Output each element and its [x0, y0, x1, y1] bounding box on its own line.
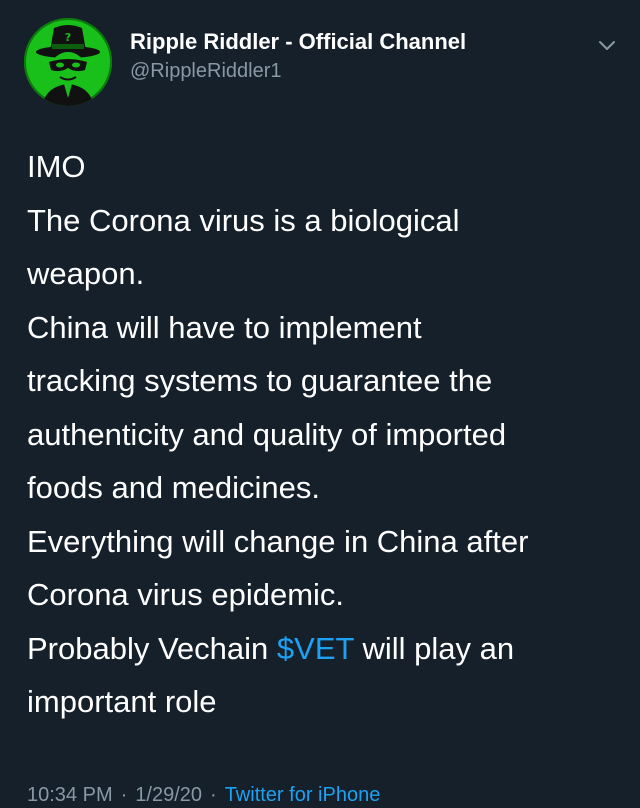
tweet-line: important role — [27, 684, 217, 719]
tweet-text-fragment: will play an — [353, 630, 515, 666]
svg-text:?: ? — [65, 31, 71, 44]
tweet-time[interactable]: 10:34 PM — [27, 784, 113, 806]
avatar[interactable]: ? — [24, 18, 112, 106]
tweet-text-fragment: Probably Vechain — [27, 630, 277, 666]
display-name[interactable]: Ripple Riddler - Official Channel — [130, 28, 466, 56]
tweet-text: IMO The Corona virus is a biological wea… — [27, 140, 617, 729]
tweet-date[interactable]: 1/29/20 — [135, 784, 202, 806]
meta-separator: · — [210, 784, 217, 806]
chevron-down-icon[interactable] — [596, 34, 618, 56]
meta-separator: · — [120, 784, 128, 806]
tweet-line: IMO — [27, 149, 86, 184]
tweet-line: tracking systems to guarantee the — [27, 363, 493, 398]
riddler-hat-mask-icon: ? — [36, 25, 100, 106]
handle[interactable]: @RippleRiddler1 — [130, 58, 466, 84]
tweet-line-with-cashtag: Probably Vechain $VET will play an — [27, 622, 617, 676]
tweet-line: authenticity and quality of imported — [27, 416, 507, 452]
tweet-line: The Corona virus is a biological — [27, 202, 460, 238]
tweet-line: China will have to implement — [27, 309, 422, 345]
tweet-line: weapon. — [27, 256, 145, 291]
tweet-source-link[interactable]: Twitter for iPhone — [225, 784, 381, 806]
tweet-card: ? Ripple Riddler - Official Channel @Rip… — [0, 0, 640, 806]
tweet-line: Everything will change in China after — [27, 523, 529, 559]
tweet-header: ? Ripple Riddler - Official Channel @Rip… — [24, 18, 624, 108]
tweet-meta: 10:34 PM · 1/29/20 · Twitter for iPhone — [27, 782, 380, 808]
author-names: Ripple Riddler - Official Channel @Rippl… — [130, 28, 466, 84]
cashtag-link[interactable]: $VET — [277, 631, 354, 666]
tweet-line: foods and medicines. — [27, 470, 320, 505]
tweet-line: Corona virus epidemic. — [27, 577, 345, 612]
